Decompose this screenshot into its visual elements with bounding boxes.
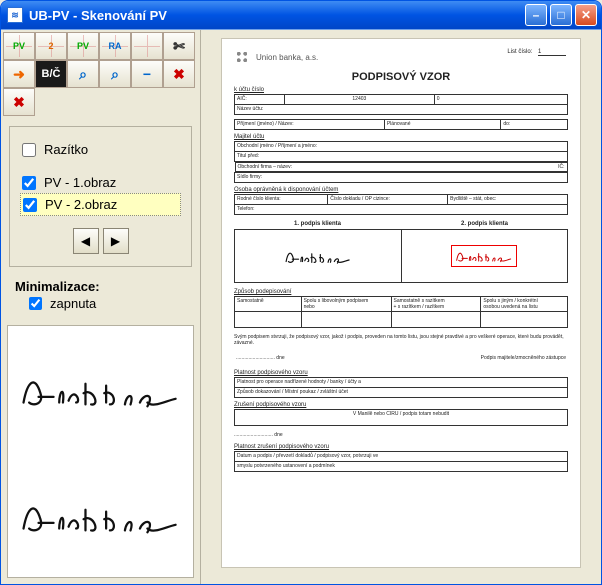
nav-row: ◀ ▶ [20, 228, 181, 254]
check-pv2-label: PV - 2.obraz [45, 197, 117, 212]
check-razitko-label: Razítko [44, 142, 88, 157]
sig1-svg [283, 246, 353, 265]
check-pv2[interactable]: PV - 2.obraz [20, 193, 181, 216]
tb-zoom-move[interactable]: ✖ [3, 88, 35, 116]
exit-icon: ➜ [13, 66, 25, 83]
bank-name: Union banka, a.s. [256, 53, 318, 62]
owner-name-table: Příjmení (jméno) / Název: Plánované do: [234, 119, 568, 130]
disp-table: Rodné číslo klienta: Číslo dokladu / OP … [234, 194, 568, 215]
titlebar: ≋ UB-PV - Skenování PV – □ ✕ [1, 1, 601, 29]
tb-cut[interactable]: ✄ [163, 32, 195, 60]
section-disp: Osoba oprávněná k disponování účtem [234, 187, 568, 193]
sig2-header: 2. podpis klienta [401, 221, 568, 227]
signature-preview [7, 325, 194, 578]
bank-logo-icon [234, 49, 250, 65]
window-title: UB-PV - Skenování PV [29, 8, 525, 23]
chevron-right-icon: ▶ [111, 234, 120, 248]
minimize-button[interactable]: – [525, 4, 547, 26]
ways-table: Samostatně Spolu s libovolným podpisemne… [234, 296, 568, 328]
tb-blank[interactable] [131, 32, 163, 60]
doc-title: PODPISOVÝ VZOR [234, 71, 568, 83]
tb-zoom-cancel[interactable]: ✖ [163, 60, 195, 88]
options-box: Razítko PV - 1.obraz PV - 2.obraz ◀ ▶ [9, 126, 192, 267]
minimalizace-title: Minimalizace: [15, 279, 186, 294]
section-valid: Platnost podpisového vzoru [234, 370, 568, 376]
list-number-value: 1 [538, 49, 566, 56]
chevron-left-icon: ◀ [81, 234, 90, 248]
tb-pv2[interactable]: PV [67, 32, 99, 60]
tb-bw[interactable]: B/Č [35, 60, 67, 88]
cancel2-table: Datum a podpis / převzetí dokladů / podp… [234, 451, 568, 472]
sig-box-1 [235, 230, 402, 282]
section-cancel2: Platnost zrušení podpisového vzoru [234, 444, 568, 450]
tb-two[interactable]: 2 [35, 32, 67, 60]
tb-exit[interactable]: ➜ [3, 60, 35, 88]
section-owner: Majitel účtu [234, 134, 568, 140]
app-icon: ≋ [7, 7, 23, 23]
sig2-svg [454, 247, 514, 264]
signature-1-svg [16, 365, 185, 412]
date-sign-row: ............................ dne Podpis … [234, 354, 568, 364]
toolbar: PV 2 PV RA ✄ ➜ B/Č ⌕ ⌕ − ✖ ✖ [1, 30, 200, 118]
sig-boxes [234, 229, 568, 283]
cancel-date-row: ............................ dne [234, 432, 568, 438]
app-window: ≋ UB-PV - Skenování PV – □ ✕ PV 2 PV RA … [0, 0, 602, 585]
scissors-icon: ✄ [173, 38, 185, 55]
section-account: k účtu číslo [234, 87, 568, 93]
tb-zoom-out[interactable]: − [131, 60, 163, 88]
sig-box-2 [402, 230, 568, 282]
check-pv1-input[interactable] [22, 176, 36, 190]
client-area: PV 2 PV RA ✄ ➜ B/Č ⌕ ⌕ − ✖ ✖ Razítko [1, 29, 601, 584]
nav-next-button[interactable]: ▶ [103, 228, 129, 254]
check-minimalizace-input[interactable] [29, 297, 42, 310]
left-panel: PV 2 PV RA ✄ ➜ B/Č ⌕ ⌕ − ✖ ✖ Razítko [1, 30, 201, 584]
section-cancel: Zrušení podpisového vzoru [234, 402, 568, 408]
list-number: List číslo: 1 [507, 49, 566, 56]
tb-ra[interactable]: RA [99, 32, 131, 60]
check-pv2-input[interactable] [23, 198, 37, 212]
check-razitko[interactable]: Razítko [20, 139, 181, 160]
owner-table: Obchodní jméno / Příjmení a jméno: Titul… [234, 141, 568, 183]
zoom-100-icon: ⌕ [111, 66, 119, 83]
document-area[interactable]: Union banka, a.s. List číslo: 1 PODPISOV… [201, 30, 601, 584]
check-pv1[interactable]: PV - 1.obraz [20, 172, 181, 193]
cancel-table: V Manilě nebo CIRU / podpis totam nebudi… [234, 409, 568, 426]
signature-1 [8, 326, 193, 452]
maximize-button[interactable]: □ [550, 4, 572, 26]
sig-headers: 1. podpis klienta 2. podpis klienta [234, 221, 568, 227]
account-table: AIČ: 12403 0 Název účtu: [234, 94, 568, 115]
check-pv1-label: PV - 1.obraz [44, 175, 116, 190]
zoom-fit-icon: ⌕ [79, 66, 87, 83]
window-buttons: – □ ✕ [525, 4, 597, 26]
section-ways: Způsob podepisování [234, 289, 568, 295]
valid-table: Platnost pro operace nadřízené hodnoty /… [234, 377, 568, 398]
signature-2-svg [16, 491, 185, 538]
sig2-highlight [451, 245, 517, 268]
tb-pv[interactable]: PV [3, 32, 35, 60]
zoom-out-icon: − [143, 66, 151, 82]
tb-zoom-100[interactable]: ⌕ [99, 60, 131, 88]
document-page: Union banka, a.s. List číslo: 1 PODPISOV… [221, 38, 581, 568]
declaration: Svým podpisem stvrzuji, že podpisový vzo… [234, 334, 568, 346]
check-minimalizace[interactable]: zapnuta [29, 296, 186, 311]
check-minimalizace-label: zapnuta [50, 296, 96, 311]
check-razitko-input[interactable] [22, 143, 36, 157]
close-button[interactable]: ✕ [575, 4, 597, 26]
zoom-move-icon: ✖ [13, 94, 25, 111]
sig1-header: 1. podpis klienta [234, 221, 401, 227]
nav-prev-button[interactable]: ◀ [73, 228, 99, 254]
signature-2 [8, 452, 193, 578]
tb-zoom-fit[interactable]: ⌕ [67, 60, 99, 88]
zoom-cancel-icon: ✖ [173, 66, 185, 83]
